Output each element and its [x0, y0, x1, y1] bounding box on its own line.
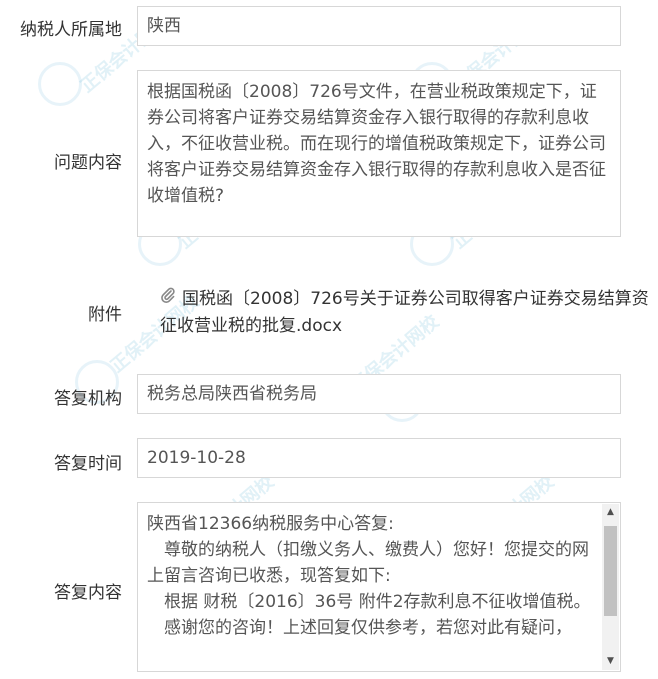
attachment-filename[interactable]: 国税函〔2008〕726号关于证券公司取得客户证券交易结算资征收营业税的批复.d… [160, 289, 649, 336]
org-field[interactable]: 税务总局陕西省税务局 [137, 374, 621, 414]
time-field[interactable]: 2019-10-28 [137, 438, 621, 478]
answer-label: 答复内容 [54, 583, 122, 603]
scroll-up-arrow-icon[interactable]: ▲ [602, 504, 619, 521]
region-label: 纳税人所属地 [20, 20, 122, 40]
answer-line: 感谢您的咨询！上述回复仅供参考，若您对此有疑问， [147, 618, 572, 638]
scroll-thumb[interactable] [604, 526, 617, 616]
time-label: 答复时间 [54, 454, 122, 474]
attachment-label: 附件 [88, 305, 122, 325]
watermark-logo [38, 62, 82, 106]
answer-scrollbar[interactable]: ▲ ▼ [602, 504, 619, 670]
attachment-link-block[interactable]: 国税函〔2008〕726号关于证券公司取得客户证券交易结算资征收营业税的批复.d… [160, 286, 658, 340]
paperclip-icon [160, 286, 178, 313]
answer-field[interactable]: 陕西省12366纳税服务中心答复: 尊敬的纳税人（扣缴义务人、缴费人）您好！您提… [137, 502, 621, 672]
answer-line: 尊敬的纳税人（扣缴义务人、缴费人）您好！您提交的网上留言咨询已收悉，现答复如下: [147, 540, 589, 586]
question-label: 问题内容 [54, 153, 122, 173]
org-label: 答复机构 [54, 389, 122, 409]
question-field[interactable]: 根据国税函〔2008〕726号文件，在营业税政策规定下，证券公司将客户证券交易结… [137, 70, 621, 237]
scroll-down-arrow-icon[interactable]: ▼ [602, 653, 619, 670]
answer-line: 根据 财税〔2016〕36号 附件2存款利息不征收增值税。 [147, 592, 591, 612]
region-field[interactable]: 陕西 [137, 6, 621, 46]
answer-line: 陕西省12366纳税服务中心答复: [147, 514, 394, 534]
